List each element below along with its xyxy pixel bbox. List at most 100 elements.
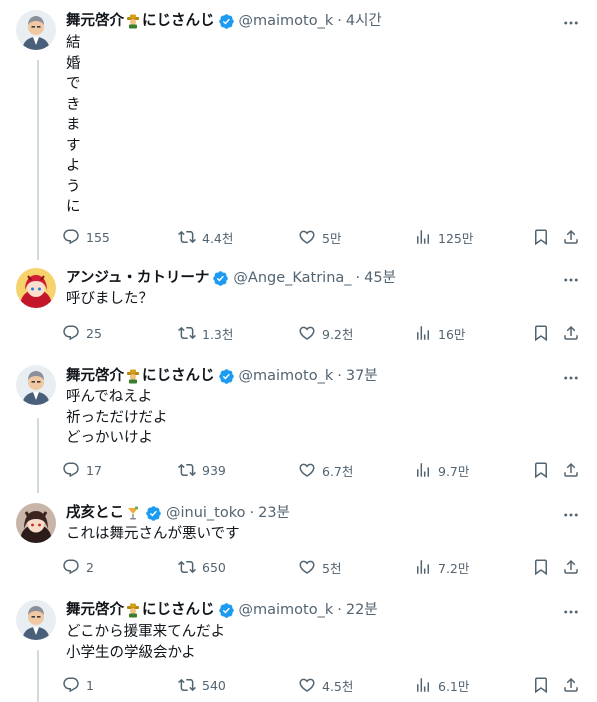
user-handle[interactable]: @maimoto_k xyxy=(239,600,334,620)
views-icon xyxy=(414,461,432,479)
avatar[interactable] xyxy=(16,10,56,50)
like-count: 4.5천 xyxy=(322,678,354,694)
action-bar: 155 4.4천 5만 125만 xyxy=(62,226,588,248)
display-name[interactable]: 戌亥とこ xyxy=(66,503,124,523)
user-handle[interactable]: @Ange_Katrina_ xyxy=(233,268,351,288)
share-icon xyxy=(562,461,580,479)
avatar[interactable] xyxy=(16,503,56,543)
reply-icon xyxy=(62,558,80,576)
share-icon xyxy=(562,676,580,694)
avatar[interactable] xyxy=(16,600,56,640)
retweet-icon xyxy=(178,461,196,479)
reply-button[interactable]: 17 xyxy=(62,459,102,481)
share-button[interactable] xyxy=(562,226,580,248)
retweet-button[interactable]: 1.3천 xyxy=(178,322,233,344)
display-name-suffix[interactable]: にじさんじ xyxy=(142,600,215,620)
display-name[interactable]: 舞元啓介 xyxy=(66,11,124,31)
action-bar: 17 939 6.7천 9.7만 xyxy=(62,459,588,481)
tweet[interactable]: アンジュ・カトリーナ @Ange_Katrina_ · 45분 呼びました？ 2… xyxy=(0,260,597,355)
retweet-button[interactable]: 540 xyxy=(178,674,226,696)
text-line: 結 xyxy=(66,35,81,51)
share-icon xyxy=(562,228,580,246)
retweet-button[interactable]: 650 xyxy=(178,556,226,578)
user-handle[interactable]: @maimoto_k xyxy=(239,366,334,386)
farmer-emoji-icon xyxy=(125,13,141,29)
user-handle[interactable]: @inui_toko xyxy=(166,503,246,523)
share-button[interactable] xyxy=(562,459,580,481)
display-name[interactable]: 舞元啓介 xyxy=(66,600,124,620)
timestamp[interactable]: 37분 xyxy=(346,366,378,386)
action-bar: 2 650 5천 7.2만 xyxy=(62,556,588,578)
timestamp[interactable]: 23분 xyxy=(258,503,290,523)
like-button[interactable]: 5천 xyxy=(298,556,341,578)
heart-icon xyxy=(298,324,316,342)
like-count: 6.7천 xyxy=(322,463,354,479)
bookmark-button[interactable] xyxy=(532,674,550,696)
tweet[interactable]: 舞元啓介 にじさんじ @maimoto_k · 22분 どこから援軍来てんだよ … xyxy=(0,590,597,702)
bookmark-icon xyxy=(532,558,550,576)
farmer-emoji-icon xyxy=(125,368,141,384)
text-line: で xyxy=(66,76,81,92)
like-button[interactable]: 9.2천 xyxy=(298,322,353,344)
reply-button[interactable]: 1 xyxy=(62,674,94,696)
bookmark-button[interactable] xyxy=(532,226,550,248)
timestamp[interactable]: 45분 xyxy=(364,268,396,288)
timestamp[interactable]: 4시간 xyxy=(346,11,382,31)
farmer-emoji-icon xyxy=(125,602,141,618)
reply-icon xyxy=(62,228,80,246)
share-button[interactable] xyxy=(562,556,580,578)
like-count: 5천 xyxy=(322,560,342,576)
bookmark-button[interactable] xyxy=(532,322,550,344)
timestamp[interactable]: 22분 xyxy=(346,600,378,620)
display-name[interactable]: 舞元啓介 xyxy=(66,366,124,386)
tweet-text: 結 婚 で き ま す よ う に xyxy=(66,33,81,218)
share-button[interactable] xyxy=(562,674,580,696)
retweet-button[interactable]: 939 xyxy=(178,459,226,481)
bookmark-button[interactable] xyxy=(532,556,550,578)
reply-icon xyxy=(62,324,80,342)
reply-button[interactable]: 2 xyxy=(62,556,94,578)
retweet-count: 4.4천 xyxy=(202,230,234,246)
user-handle[interactable]: @maimoto_k xyxy=(239,11,334,31)
share-icon xyxy=(562,324,580,342)
display-name[interactable]: アンジュ・カトリーナ xyxy=(66,268,209,288)
more-icon[interactable] xyxy=(561,13,581,33)
share-button[interactable] xyxy=(562,322,580,344)
display-name-suffix[interactable]: にじさんじ xyxy=(142,366,215,386)
views-button[interactable]: 125만 xyxy=(414,226,473,248)
views-button[interactable]: 16만 xyxy=(414,322,465,344)
text-line: う xyxy=(66,178,81,195)
views-button[interactable]: 9.7만 xyxy=(414,459,469,481)
like-button[interactable]: 6.7천 xyxy=(298,459,353,481)
reply-count: 2 xyxy=(86,559,94,575)
like-button[interactable]: 4.5천 xyxy=(298,674,353,696)
tweet[interactable]: 戌亥とこ @inui_toko · 23분 これは舞元さんが悪いです 2 650… xyxy=(0,493,597,590)
text-line: 婚 xyxy=(66,55,81,72)
avatar[interactable] xyxy=(16,365,56,405)
reply-count: 17 xyxy=(86,462,102,478)
bookmark-button[interactable] xyxy=(532,459,550,481)
reply-button[interactable]: 155 xyxy=(62,226,110,248)
retweet-button[interactable]: 4.4천 xyxy=(178,226,233,248)
reply-button[interactable]: 25 xyxy=(62,322,102,344)
like-button[interactable]: 5만 xyxy=(298,226,341,248)
reply-icon xyxy=(62,461,80,479)
tweet[interactable]: 舞元啓介 にじさんじ @maimoto_k · 37분 呼んでねえよ 祈っただけ… xyxy=(0,355,597,493)
separator-dot: · xyxy=(249,505,255,521)
more-icon[interactable] xyxy=(561,368,581,388)
views-button[interactable]: 7.2만 xyxy=(414,556,469,578)
avatar[interactable] xyxy=(16,268,56,308)
more-icon[interactable] xyxy=(561,602,581,622)
more-icon[interactable] xyxy=(561,505,581,525)
display-name-suffix[interactable]: にじさんじ xyxy=(142,11,215,31)
heart-icon xyxy=(298,676,316,694)
tweet[interactable]: 舞元啓介 にじさんじ @maimoto_k · 4시간 結 婚 で き ま す … xyxy=(0,0,597,260)
reply-count: 155 xyxy=(86,229,110,245)
views-button[interactable]: 6.1만 xyxy=(414,674,469,696)
share-icon xyxy=(562,558,580,576)
text-line: これは舞元さんが悪いです xyxy=(66,526,240,542)
view-count: 7.2만 xyxy=(438,560,470,576)
views-icon xyxy=(414,558,432,576)
separator-dot: · xyxy=(337,13,342,29)
more-icon[interactable] xyxy=(561,270,581,290)
